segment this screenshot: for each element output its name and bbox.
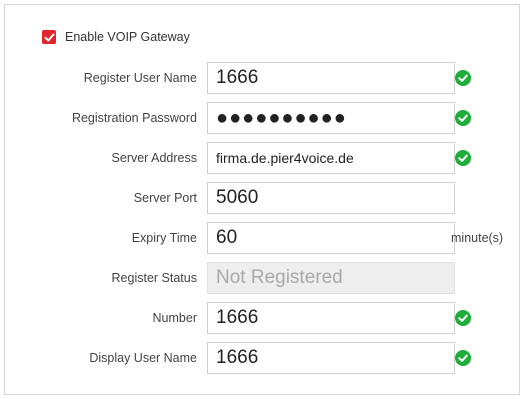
- server-address-row: Server Address: [0, 142, 524, 174]
- server-address-label: Server Address: [111, 151, 197, 165]
- expiry-time-row: Expiry Time minute(s): [0, 222, 524, 254]
- register-status-label: Register Status: [111, 271, 197, 285]
- registration-password-label: Registration Password: [71, 111, 197, 125]
- registration-password-input[interactable]: [207, 102, 455, 134]
- server-address-input[interactable]: [207, 142, 455, 174]
- register-user-name-input[interactable]: [207, 62, 455, 94]
- number-row: Number: [0, 302, 524, 334]
- display-user-name-row: Display User Name: [0, 342, 524, 374]
- number-input[interactable]: [207, 302, 455, 334]
- display-user-name-label: Display User Name: [89, 351, 197, 365]
- server-port-row: Server Port: [0, 182, 524, 214]
- register-user-name-row: Register User Name: [0, 62, 524, 94]
- server-port-label: Server Port: [133, 191, 197, 205]
- check-circle-icon: [455, 110, 471, 126]
- register-status-field: [207, 262, 455, 294]
- enable-voip-row[interactable]: Enable VOIP Gateway: [42, 29, 190, 45]
- expiry-time-label: Expiry Time: [131, 231, 197, 245]
- register-status-row: Register Status: [0, 262, 524, 294]
- expiry-time-unit: minute(s): [451, 231, 504, 245]
- check-circle-icon: [455, 70, 471, 86]
- check-circle-icon: [455, 310, 471, 326]
- check-circle-icon: [455, 150, 471, 166]
- enable-voip-label: Enable VOIP Gateway: [65, 30, 190, 44]
- display-user-name-input[interactable]: [207, 342, 455, 374]
- check-circle-icon: [455, 350, 471, 366]
- checkmark-icon: [44, 32, 55, 41]
- number-label: Number: [152, 311, 197, 325]
- registration-password-row: Registration Password: [0, 102, 524, 134]
- enable-voip-checkbox[interactable]: [42, 30, 56, 44]
- server-port-input[interactable]: [207, 182, 455, 214]
- register-user-name-label: Register User Name: [83, 71, 197, 85]
- expiry-time-input[interactable]: [207, 222, 455, 254]
